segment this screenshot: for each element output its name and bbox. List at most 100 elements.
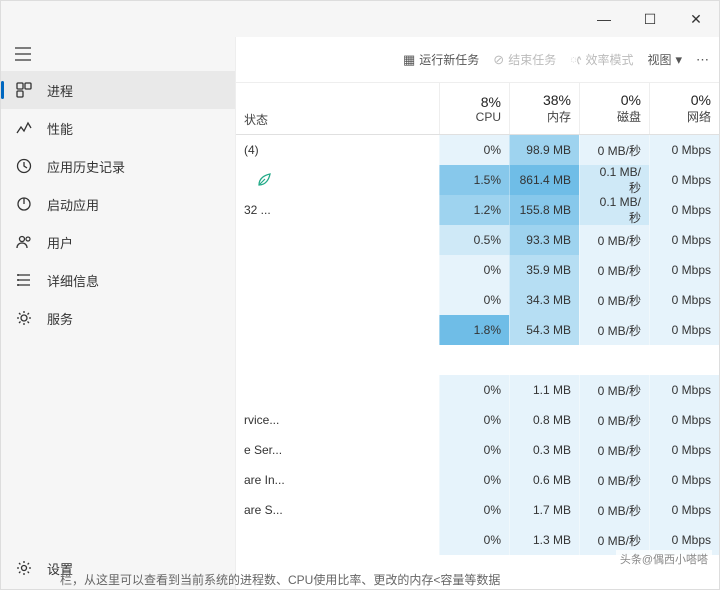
nav-details[interactable]: 详细信息 [1, 261, 235, 299]
table-row[interactable]: are In...0%0.6 MB0 MB/秒0 Mbps [236, 465, 719, 495]
disk-cell: 0 MB/秒 [579, 315, 649, 345]
net-cell: 0 Mbps [649, 465, 719, 495]
header-mem-label: 内存 [547, 108, 571, 125]
processes-icon [15, 82, 33, 98]
hamburger-icon [15, 47, 31, 61]
mem-cell: 0.3 MB [509, 435, 579, 465]
disk-cell: 0 MB/秒 [579, 135, 649, 165]
run-task-icon: ▦ [403, 52, 415, 68]
nav-label: 用户 [47, 233, 73, 252]
header-disk-pct: 0% [621, 92, 641, 108]
header-disk[interactable]: 0% 磁盘 [579, 83, 649, 134]
maximize-button[interactable]: ☐ [627, 1, 673, 37]
nav-performance[interactable]: 性能 [1, 109, 235, 147]
table-row[interactable]: 0%1.1 MB0 MB/秒0 Mbps [236, 375, 719, 405]
efficiency-label: 效率模式 [585, 51, 633, 68]
cpu-cell: 0% [439, 405, 509, 435]
disk-cell: 0 MB/秒 [579, 255, 649, 285]
task-manager-window: — ☐ ✕ 进程 性能 应用历史记录 [0, 0, 720, 590]
process-rows: (4)0%98.9 MB0 MB/秒0 Mbps1.5%861.4 MB0.1 … [236, 135, 719, 589]
process-name-cell [236, 172, 439, 188]
nav-services[interactable]: 服务 [1, 299, 235, 337]
minimize-button[interactable]: — [581, 1, 627, 37]
startup-icon [15, 196, 33, 212]
net-cell: 0 Mbps [649, 285, 719, 315]
cpu-cell: 0.5% [439, 225, 509, 255]
net-cell: 0 Mbps [649, 135, 719, 165]
cpu-cell: 1.2% [439, 195, 509, 225]
disk-cell: 0 MB/秒 [579, 375, 649, 405]
table-row[interactable]: 1.8%54.3 MB0 MB/秒0 Mbps [236, 315, 719, 345]
table-row[interactable]: rvice...0%0.8 MB0 MB/秒0 Mbps [236, 405, 719, 435]
run-task-label: 运行新任务 [419, 51, 479, 68]
table-row[interactable]: 0.5%93.3 MB0 MB/秒0 Mbps [236, 225, 719, 255]
cpu-cell: 0% [439, 285, 509, 315]
disk-cell: 0.1 MB/秒 [579, 195, 649, 225]
header-cpu[interactable]: 8% CPU [439, 83, 509, 134]
mem-cell: 1.7 MB [509, 495, 579, 525]
details-icon [15, 272, 33, 288]
nav-app-history[interactable]: 应用历史记录 [1, 147, 235, 185]
nav-label: 启动应用 [47, 195, 99, 214]
nav-label: 应用历史记录 [47, 157, 125, 176]
mem-cell: 34.3 MB [509, 285, 579, 315]
end-task-button[interactable]: ⊘ 结束任务 [493, 51, 556, 68]
net-cell: 0 Mbps [649, 255, 719, 285]
cpu-cell: 1.8% [439, 315, 509, 345]
process-name-cell: are S... [236, 503, 439, 517]
mem-cell: 35.9 MB [509, 255, 579, 285]
table-row[interactable]: 1.5%861.4 MB0.1 MB/秒0 Mbps [236, 165, 719, 195]
cpu-cell: 0% [439, 525, 509, 555]
net-cell: 0 Mbps [649, 225, 719, 255]
nav-users[interactable]: 用户 [1, 223, 235, 261]
leaf-icon [256, 172, 272, 188]
table-row[interactable]: (4)0%98.9 MB0 MB/秒0 Mbps [236, 135, 719, 165]
header-cpu-label: CPU [476, 110, 501, 124]
nav-startup[interactable]: 启动应用 [1, 185, 235, 223]
net-cell: 0 Mbps [649, 405, 719, 435]
titlebar: — ☐ ✕ [1, 1, 719, 37]
table-row[interactable]: are S...0%1.7 MB0 MB/秒0 Mbps [236, 495, 719, 525]
nav-label: 服务 [47, 309, 73, 328]
process-name-cell: are In... [236, 473, 439, 487]
mem-cell: 98.9 MB [509, 135, 579, 165]
view-button[interactable]: 视图 ▾ [647, 51, 682, 68]
table-row[interactable]: 32 ...1.2%155.8 MB0.1 MB/秒0 Mbps [236, 195, 719, 225]
table-row[interactable]: 0%35.9 MB0 MB/秒0 Mbps [236, 255, 719, 285]
cpu-cell: 0% [439, 495, 509, 525]
mem-cell: 0.8 MB [509, 405, 579, 435]
users-icon [15, 234, 33, 250]
cpu-cell: 1.5% [439, 165, 509, 195]
sidebar: 进程 性能 应用历史记录 启动应用 用户 [1, 37, 236, 589]
cpu-cell: 0% [439, 465, 509, 495]
run-task-button[interactable]: ▦ 运行新任务 [403, 51, 479, 68]
process-name-cell: rvice... [236, 413, 439, 427]
header-memory[interactable]: 38% 内存 [509, 83, 579, 134]
net-cell: 0 Mbps [649, 495, 719, 525]
cpu-cell: 0% [439, 255, 509, 285]
table-row[interactable]: e Ser...0%0.3 MB0 MB/秒0 Mbps [236, 435, 719, 465]
disk-cell: 0 MB/秒 [579, 285, 649, 315]
nav-label: 进程 [47, 81, 73, 100]
services-icon [15, 310, 33, 326]
net-cell: 0 Mbps [649, 435, 719, 465]
process-name-cell: (4) [236, 143, 439, 157]
end-task-label: 结束任务 [508, 51, 556, 68]
cpu-cell: 0% [439, 135, 509, 165]
table-row[interactable]: 0%34.3 MB0 MB/秒0 Mbps [236, 285, 719, 315]
header-status[interactable]: 状态 [236, 83, 439, 134]
view-label: 视图 [647, 51, 671, 68]
mem-cell: 155.8 MB [509, 195, 579, 225]
disk-cell: 0 MB/秒 [579, 405, 649, 435]
mem-cell: 54.3 MB [509, 315, 579, 345]
nav-processes[interactable]: 进程 [1, 71, 235, 109]
header-cpu-pct: 8% [481, 94, 501, 110]
efficiency-button[interactable]: ᰦ 效率模式 [570, 50, 633, 70]
more-button[interactable]: ⋯ [696, 52, 709, 68]
net-cell: 0 Mbps [649, 315, 719, 345]
header-network[interactable]: 0% 网络 [649, 83, 719, 134]
mem-cell: 93.3 MB [509, 225, 579, 255]
close-button[interactable]: ✕ [673, 1, 719, 37]
hamburger-button[interactable] [1, 37, 235, 67]
status-cell [250, 172, 278, 188]
